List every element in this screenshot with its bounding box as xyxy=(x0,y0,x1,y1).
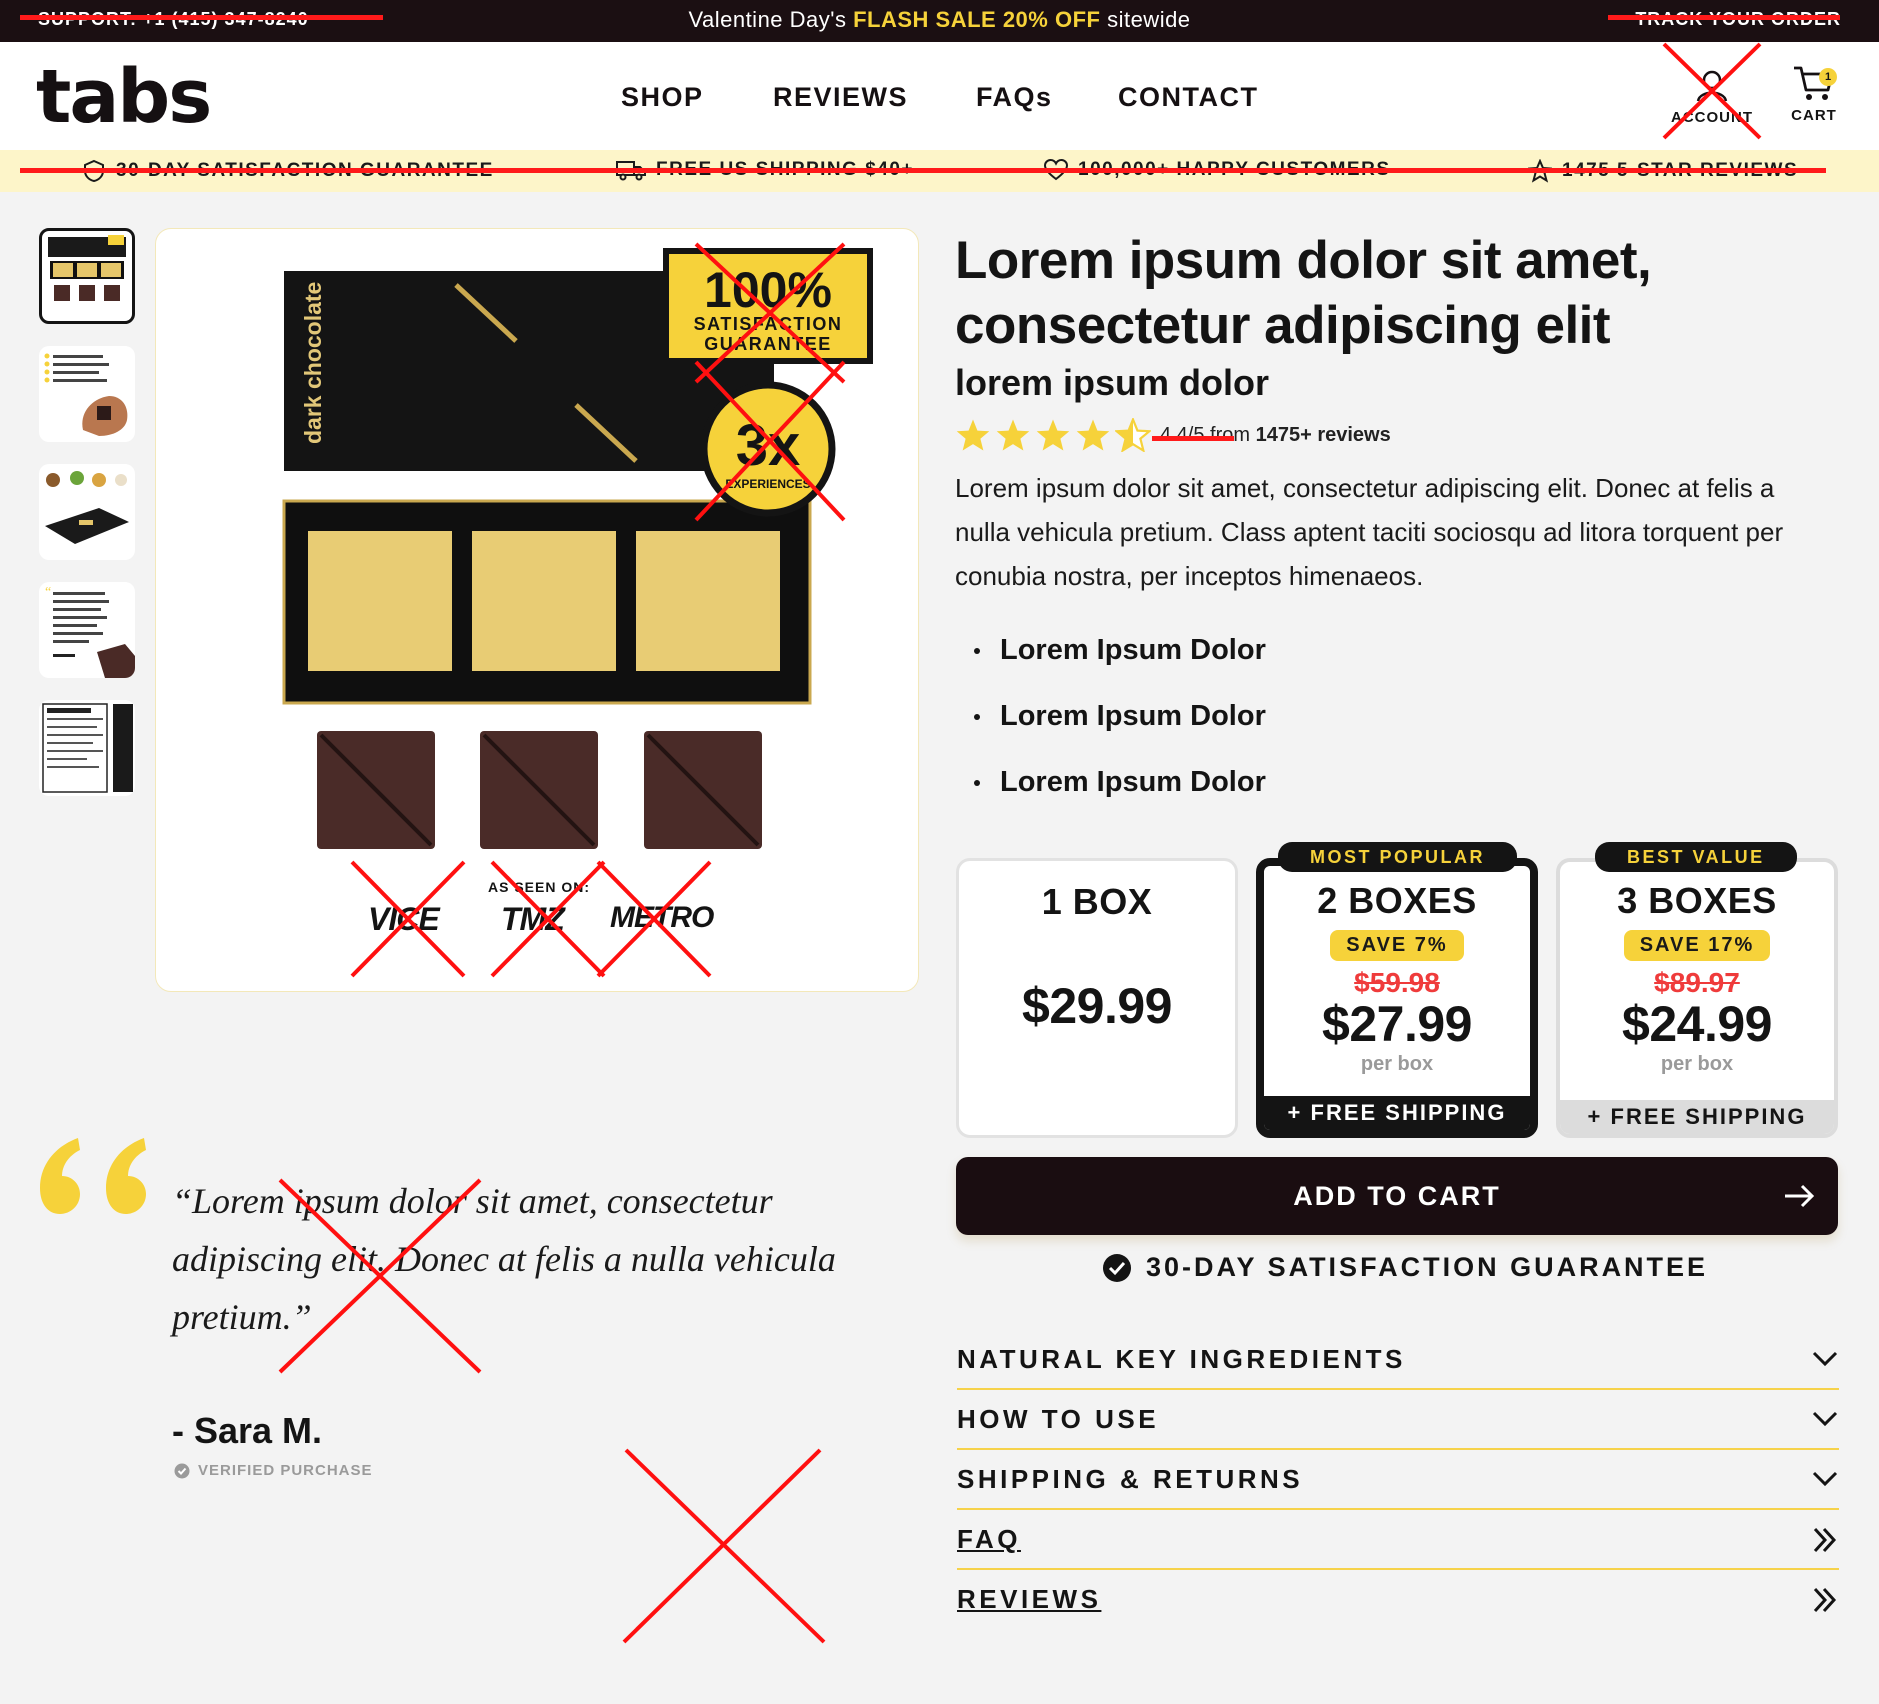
satisfaction-guarantee: 30-DAY SATISFACTION GUARANTEE xyxy=(1102,1252,1708,1283)
add-to-cart-label: ADD TO CART xyxy=(1293,1181,1501,1211)
gallery-thumbnail[interactable] xyxy=(39,346,135,442)
free-shipping-label: + FREE SHIPPING xyxy=(1264,1096,1530,1130)
redaction-line xyxy=(20,168,1826,173)
redaction-x-mark xyxy=(350,860,466,978)
chevron-down-icon xyxy=(1812,1351,1838,1367)
star-icon xyxy=(956,419,990,451)
chevron-down-icon xyxy=(1812,1411,1838,1427)
cart-count-badge: 1 xyxy=(1819,68,1837,86)
product-subtitle: lorem ipsum dolor xyxy=(955,362,1270,403)
testimonial-author: - Sara M. xyxy=(172,1410,323,1451)
review-thumbnail-image: “ xyxy=(45,585,135,678)
accordion-shipping-returns[interactable]: SHIPPING & RETURNS xyxy=(957,1450,1839,1510)
tray-slot xyxy=(308,531,452,671)
review-count: 1475+ reviews xyxy=(1255,424,1391,446)
add-to-cart-button[interactable]: ADD TO CART xyxy=(956,1157,1838,1235)
cart-button[interactable]: 1 CART xyxy=(1786,64,1842,124)
announcement-bar: SUPPORT: +1 (415) 347-8240 Valentine Day… xyxy=(0,0,1879,42)
tray-slot xyxy=(636,531,780,671)
redaction-x-mark xyxy=(622,1448,826,1644)
tray-slot xyxy=(472,531,616,671)
accordion-label: FAQ xyxy=(957,1524,1021,1554)
verified-purchase: VERIFIED PURCHASE xyxy=(174,1462,373,1479)
feature-bullet: Lorem Ipsum Dolor xyxy=(974,766,1266,799)
gallery-thumbnail[interactable]: “ xyxy=(39,582,135,678)
gallery-thumbnail[interactable] xyxy=(39,464,135,560)
double-chevron-right-icon xyxy=(1813,1527,1837,1553)
accordion-ingredients[interactable]: NATURAL KEY INGREDIENTS xyxy=(957,1330,1839,1390)
per-box-label: per box xyxy=(1660,1053,1734,1075)
offer-1-box[interactable]: 1 BOX $29.99 xyxy=(956,858,1238,1138)
feature-bullet: Lorem Ipsum Dolor xyxy=(974,700,1266,733)
sale-announcement: Valentine Day's FLASH SALE 20% OFF sitew… xyxy=(688,7,1191,32)
most-popular-tag: MOST POPULAR xyxy=(1278,842,1518,872)
site-header: tabs SHOP REVIEWS FAQs CONTACT ACCOUNT 1… xyxy=(0,42,1879,150)
product-description: Lorem ipsum dolor sit amet, consectetur … xyxy=(955,473,1784,591)
feature-bullet: Lorem Ipsum Dolor xyxy=(974,634,1266,667)
redaction-x-mark xyxy=(278,1178,482,1374)
chevron-down-icon xyxy=(1812,1471,1838,1487)
save-badge: SAVE 7% xyxy=(1330,930,1464,961)
redaction-x-mark xyxy=(694,360,846,522)
accordion-label: NATURAL KEY INGREDIENTS xyxy=(957,1344,1406,1374)
gallery-thumbnail[interactable] xyxy=(39,700,135,796)
nav-reviews[interactable]: REVIEWS xyxy=(773,82,908,113)
redaction-line xyxy=(1608,15,1840,20)
offer-2-boxes[interactable]: 2 BOXES SAVE 7% $59.98 $27.99 per box + … xyxy=(1256,858,1538,1138)
rating-stars[interactable] xyxy=(955,418,1151,452)
accordion-label: REVIEWS xyxy=(957,1584,1102,1614)
offer-price: $29.99 xyxy=(1022,978,1172,1034)
gallery-thumbnail[interactable] xyxy=(39,228,135,324)
product-title: Lorem ipsum dolor sit amet, consectetur … xyxy=(955,231,1652,355)
star-icon xyxy=(996,419,1030,451)
guarantee-label: 30-DAY SATISFACTION GUARANTEE xyxy=(1146,1252,1709,1282)
offer-quantity: 2 BOXES xyxy=(1317,880,1477,921)
accordion-how-to-use[interactable]: HOW TO USE xyxy=(957,1390,1839,1450)
offer-price: $24.99 xyxy=(1622,996,1772,1052)
half-star-icon xyxy=(1115,418,1151,452)
nutrition-thumbnail-image xyxy=(42,703,133,793)
ingredients-thumbnail-image xyxy=(45,471,129,544)
product-box-thumbnail-image xyxy=(48,235,126,301)
double-chevron-right-icon xyxy=(1813,1587,1837,1613)
best-value-tag: BEST VALUE xyxy=(1595,842,1797,872)
verified-check-icon xyxy=(174,1463,190,1478)
nav-contact[interactable]: CONTACT xyxy=(1118,82,1258,113)
free-shipping-label: + FREE SHIPPING xyxy=(1560,1100,1834,1134)
accordion-label: SHIPPING & RETURNS xyxy=(957,1464,1304,1494)
redaction-x-mark xyxy=(1662,42,1762,140)
nav-shop[interactable]: SHOP xyxy=(621,82,704,113)
redaction-x-mark xyxy=(596,860,712,978)
logo[interactable]: tabs xyxy=(36,60,212,134)
svg-text:“: “ xyxy=(45,585,51,600)
accordion-reviews[interactable]: REVIEWS xyxy=(957,1570,1839,1630)
rating-value: 4.4/5 xyxy=(1160,424,1205,446)
redaction-x-mark xyxy=(490,860,606,978)
accordion-label: HOW TO USE xyxy=(957,1404,1160,1434)
check-circle-icon xyxy=(1103,1253,1131,1282)
redaction-line xyxy=(20,15,383,20)
nav-faqs[interactable]: FAQs xyxy=(976,82,1053,113)
offer-quantity: 3 BOXES xyxy=(1617,880,1777,921)
quote-icon xyxy=(40,1138,146,1214)
redaction-line xyxy=(1152,436,1234,441)
accordion-faq[interactable]: FAQ xyxy=(957,1510,1839,1570)
star-icon xyxy=(1076,419,1110,451)
box-label: dark chocolate xyxy=(300,282,326,444)
offer-quantity: 1 BOX xyxy=(1041,881,1153,922)
benefits-thumbnail-image xyxy=(44,353,128,436)
star-icon xyxy=(1036,419,1070,451)
verified-label: VERIFIED PURCHASE xyxy=(198,1462,373,1479)
arrow-right-icon xyxy=(1785,1184,1815,1208)
offer-price: $27.99 xyxy=(1322,996,1472,1052)
cart-label: CART xyxy=(1791,107,1837,124)
per-box-label: per box xyxy=(1360,1053,1434,1075)
offer-3-boxes[interactable]: 3 BOXES SAVE 17% $89.97 $24.99 per box +… xyxy=(1556,858,1838,1138)
save-badge: SAVE 17% xyxy=(1623,930,1771,961)
